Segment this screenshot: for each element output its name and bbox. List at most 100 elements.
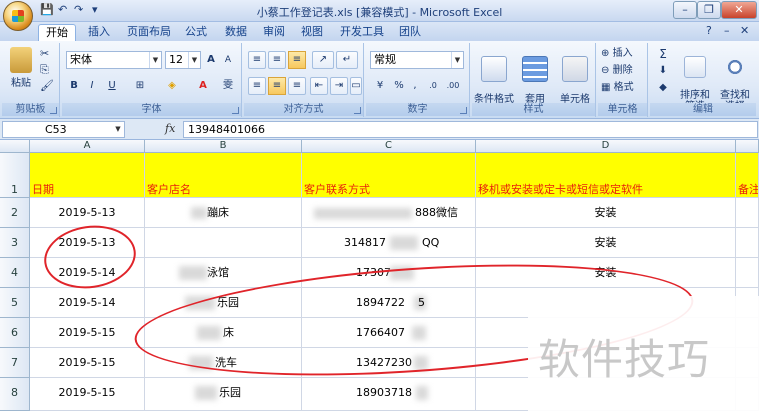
tab-view[interactable]: 视图 — [296, 24, 328, 41]
cell-c3[interactable]: 314817 QQ — [302, 228, 476, 258]
row-header-3[interactable]: 3 — [0, 228, 30, 258]
phonetic-icon[interactable]: 雯 — [218, 77, 238, 95]
tab-team[interactable]: 团队 — [394, 24, 426, 41]
header-cell-store[interactable]: 客户店名 — [145, 153, 302, 198]
sort-filter-button[interactable]: 排序和 筛选 — [676, 45, 714, 112]
percent-button[interactable]: % — [392, 77, 406, 95]
conditional-format-button[interactable]: 条件格式 — [474, 45, 514, 105]
clear-icon[interactable]: ◆ — [652, 79, 674, 97]
format-painter-icon[interactable]: 🖌 — [40, 79, 54, 92]
cell-d3[interactable]: 安装 — [476, 228, 736, 258]
tab-developer[interactable]: 开发工具 — [336, 24, 388, 41]
increase-decimal-icon[interactable]: .0 — [424, 77, 442, 95]
align-middle-icon[interactable]: ≡ — [268, 51, 286, 69]
minimize-button[interactable]: – — [673, 1, 697, 19]
cell-a2[interactable]: 2019-5-13 — [30, 198, 145, 228]
alignment-launcher-icon[interactable] — [354, 107, 361, 114]
shrink-font-button[interactable]: A — [220, 51, 236, 69]
font-launcher-icon[interactable] — [232, 107, 239, 114]
name-box[interactable]: C53 ▼ — [2, 121, 125, 138]
cell-a5[interactable]: 2019-5-14 — [30, 288, 145, 318]
cell-b2[interactable]: 蹦床 — [145, 198, 302, 228]
font-color-icon[interactable]: A — [190, 77, 216, 95]
grow-font-button[interactable]: A — [203, 51, 219, 69]
header-cell-date[interactable]: 日期 — [30, 153, 145, 198]
header-cell-remark[interactable]: 备注 — [736, 153, 759, 198]
fill-color-icon[interactable]: ◈ — [158, 77, 186, 95]
number-launcher-icon[interactable] — [460, 107, 467, 114]
column-header-e[interactable] — [736, 140, 759, 153]
tab-home[interactable]: 开始 — [38, 24, 76, 41]
font-name-select[interactable]: 宋体 ▼ — [66, 51, 162, 69]
decrease-decimal-icon[interactable]: .00 — [444, 77, 462, 95]
column-header-b[interactable]: B — [145, 140, 302, 153]
cell-b3[interactable] — [145, 228, 302, 258]
cell-a6[interactable]: 2019-5-15 — [30, 318, 145, 348]
bold-button[interactable]: B — [66, 77, 82, 95]
cell-c2[interactable]: 888微信 — [302, 198, 476, 228]
comma-button[interactable]: , — [408, 77, 422, 95]
merge-center-icon[interactable]: ▭ — [350, 77, 362, 95]
wrap-text-icon[interactable]: ↵ — [336, 51, 358, 69]
tab-page-layout[interactable]: 页面布局 — [124, 24, 174, 41]
header-cell-contact[interactable]: 客户联系方式 — [302, 153, 476, 198]
select-all-button[interactable] — [0, 140, 30, 153]
borders-icon[interactable]: ⊞ — [128, 77, 152, 95]
cell-e4[interactable] — [736, 258, 759, 288]
formula-input[interactable]: 13948401066 — [183, 121, 758, 138]
cell-e3[interactable] — [736, 228, 759, 258]
office-button[interactable] — [3, 1, 33, 31]
align-bottom-icon[interactable]: ≡ — [288, 51, 306, 69]
ribbon-close-icon[interactable]: ✕ — [740, 24, 749, 39]
cell-e2[interactable] — [736, 198, 759, 228]
clipboard-launcher-icon[interactable] — [50, 107, 57, 114]
currency-icon[interactable]: ¥ — [370, 77, 390, 95]
row-header-2[interactable]: 2 — [0, 198, 30, 228]
align-right-icon[interactable]: ≡ — [288, 77, 306, 95]
find-select-button[interactable]: 查找和 选择 — [716, 45, 754, 112]
row-header-1[interactable]: 1 — [0, 153, 30, 198]
row-header-4[interactable]: 4 — [0, 258, 30, 288]
column-header-c[interactable]: C — [302, 140, 476, 153]
row-header-5[interactable]: 5 — [0, 288, 30, 318]
cell-b8[interactable]: 乐园 — [145, 378, 302, 411]
row-header-6[interactable]: 6 — [0, 318, 30, 348]
insert-function-button[interactable]: fx — [165, 122, 175, 135]
header-cell-type[interactable]: 移机或安装或定卡或短信或定软件 — [476, 153, 736, 198]
tab-insert[interactable]: 插入 — [82, 24, 116, 41]
cut-icon[interactable]: ✂ — [40, 47, 49, 60]
row-header-7[interactable]: 7 — [0, 348, 30, 378]
close-button[interactable]: ✕ — [721, 1, 757, 19]
cell-a8[interactable]: 2019-5-15 — [30, 378, 145, 411]
align-center-icon[interactable]: ≡ — [268, 77, 286, 95]
italic-button[interactable]: I — [84, 77, 100, 95]
increase-indent-icon[interactable]: ⇥ — [330, 77, 348, 95]
font-size-select[interactable]: 12 ▼ — [165, 51, 201, 69]
insert-cells-button[interactable]: ⊕ 插入 — [600, 45, 646, 63]
column-header-d[interactable]: D — [476, 140, 736, 153]
orientation-icon[interactable]: ↗ — [312, 51, 334, 69]
align-left-icon[interactable]: ≡ — [248, 77, 266, 95]
tab-formulas[interactable]: 公式 — [180, 24, 212, 41]
autosum-icon[interactable]: Σ — [652, 45, 674, 63]
cell-c8[interactable]: 18903718 — [302, 378, 476, 411]
copy-icon[interactable]: ⎘ — [40, 63, 49, 77]
decrease-indent-icon[interactable]: ⇤ — [310, 77, 328, 95]
tab-data[interactable]: 数据 — [220, 24, 252, 41]
help-icon[interactable]: ? — [706, 24, 712, 39]
ribbon-minimize-icon[interactable]: – — [724, 24, 730, 39]
number-format-select[interactable]: 常规 ▼ — [370, 51, 464, 69]
format-cells-button[interactable]: ▦ 格式 — [600, 79, 646, 97]
align-top-icon[interactable]: ≡ — [248, 51, 266, 69]
row-header-8[interactable]: 8 — [0, 378, 30, 411]
chevron-down-icon: ▼ — [115, 125, 121, 133]
underline-button[interactable]: U — [102, 77, 122, 95]
delete-cells-button[interactable]: ⊖ 删除 — [600, 62, 646, 80]
cell-d2[interactable]: 安装 — [476, 198, 736, 228]
tab-review[interactable]: 审阅 — [258, 24, 290, 41]
fill-icon[interactable]: ⬇ — [652, 62, 674, 80]
cell-a7[interactable]: 2019-5-15 — [30, 348, 145, 378]
paste-button[interactable]: 粘贴 — [6, 47, 36, 89]
restore-button[interactable]: ❐ — [697, 1, 721, 19]
column-header-a[interactable]: A — [30, 140, 145, 153]
